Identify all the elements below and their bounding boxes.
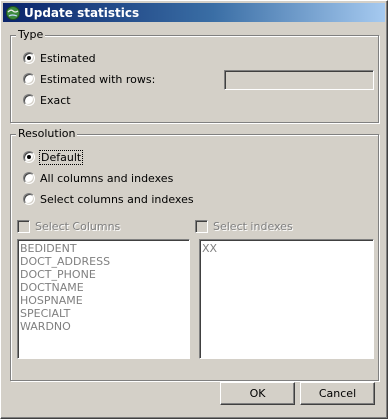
list-item[interactable]: BEDIDENT: [20, 242, 187, 255]
list-item[interactable]: HOSPNAME: [20, 294, 187, 307]
ok-button[interactable]: OK: [220, 382, 295, 405]
update-statistics-dialog: Update statistics Type Estimated Estimat…: [0, 0, 388, 419]
list-item[interactable]: DOCTNAME: [20, 281, 187, 294]
radio-select-columns-indexes[interactable]: Select columns and indexes: [23, 191, 194, 207]
columns-listbox[interactable]: BEDIDENT DOCT_ADDRESS DOCT_PHONE DOCTNAM…: [17, 239, 190, 359]
radio-estimated-circle[interactable]: [23, 52, 35, 64]
radio-select-columns-indexes-label: Select columns and indexes: [40, 192, 194, 206]
radio-default[interactable]: Default: [23, 149, 84, 165]
radio-select-columns-indexes-circle[interactable]: [23, 193, 35, 205]
window-title: Update statistics: [24, 5, 140, 20]
radio-estimated[interactable]: Estimated: [23, 50, 96, 66]
select-columns-checkbox[interactable]: [17, 219, 30, 233]
list-item[interactable]: SPECIALT: [20, 307, 187, 320]
select-indexes-checkbox-row[interactable]: Select indexes: [195, 218, 293, 234]
rows-input[interactable]: [224, 70, 374, 90]
radio-all-columns-indexes[interactable]: All columns and indexes: [23, 170, 173, 186]
cancel-button[interactable]: Cancel: [300, 382, 375, 405]
list-item[interactable]: XX: [202, 242, 371, 255]
radio-estimated-with-rows-label: Estimated with rows:: [40, 72, 156, 86]
radio-default-label: Default: [38, 149, 84, 165]
list-item[interactable]: DOCT_PHONE: [20, 268, 187, 281]
radio-estimated-with-rows-circle[interactable]: [23, 73, 35, 85]
radio-exact-label: Exact: [40, 93, 71, 107]
radio-all-columns-indexes-circle[interactable]: [23, 172, 35, 184]
type-group-legend: Type: [16, 28, 46, 42]
indexes-listbox[interactable]: XX: [199, 239, 374, 359]
select-columns-checkbox-row[interactable]: Select Columns: [17, 218, 120, 234]
radio-default-circle[interactable]: [23, 151, 35, 163]
list-item[interactable]: WARDNO: [20, 320, 187, 333]
title-bar[interactable]: Update statistics: [3, 3, 385, 22]
select-indexes-label: Select indexes: [213, 219, 293, 233]
select-indexes-checkbox[interactable]: [195, 219, 208, 233]
globe-app-icon: [5, 5, 21, 21]
select-columns-label: Select Columns: [35, 219, 121, 233]
radio-estimated-with-rows[interactable]: Estimated with rows:: [23, 71, 155, 87]
radio-exact[interactable]: Exact: [23, 92, 71, 108]
radio-exact-circle[interactable]: [23, 94, 35, 106]
radio-all-columns-indexes-label: All columns and indexes: [40, 171, 174, 185]
resolution-group-legend: Resolution: [16, 127, 78, 141]
radio-estimated-label: Estimated: [40, 51, 96, 65]
list-item[interactable]: DOCT_ADDRESS: [20, 255, 187, 268]
